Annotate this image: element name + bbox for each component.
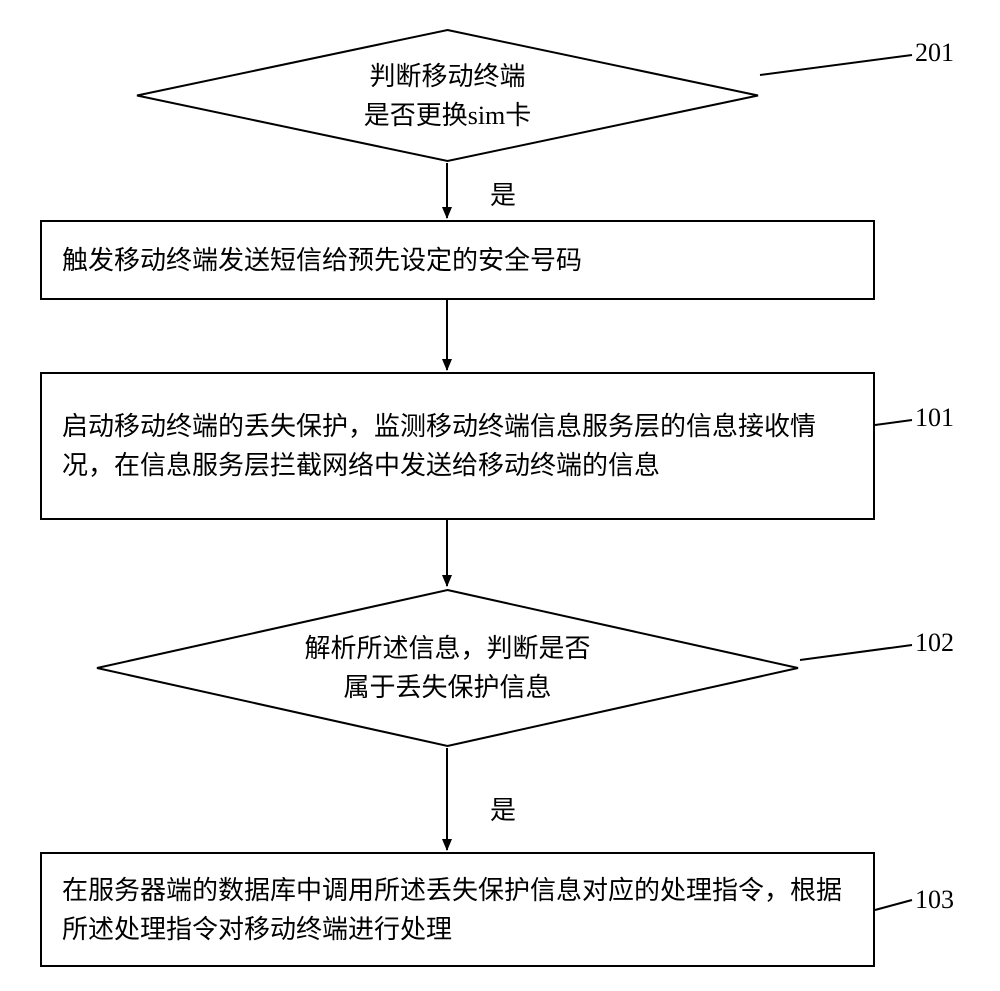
decision1-line1: 判断移动终端 — [369, 62, 525, 91]
flowchart-canvas: 判断移动终端 是否更换sim卡 是 触发移动终端发送短信给预先设定的安全号码 启… — [0, 0, 1000, 991]
process-invoke-instruction-text: 在服务器端的数据库中调用所述丢失保护信息对应的处理指令，根据所述处理指令对移动终… — [62, 871, 853, 949]
decision-sim-change-text: 判断移动终端 是否更换sim卡 — [135, 28, 760, 163]
decision2-line1: 解析所述信息，判断是否 — [304, 634, 590, 663]
process-monitor-text: 启动移动终端的丢失保护，监测移动终端信息服务层的信息接收情况，在信息服务层拦截网… — [62, 407, 853, 485]
process-send-sms: 触发移动终端发送短信给预先设定的安全号码 — [40, 220, 875, 300]
process-invoke-instruction: 在服务器端的数据库中调用所述丢失保护信息对应的处理指令，根据所述处理指令对移动终… — [40, 852, 875, 967]
decision1-line2: 是否更换sim卡 — [364, 101, 532, 130]
edge-label-yes-2: 是 — [490, 790, 516, 827]
reference-label-201: 201 — [915, 38, 954, 68]
decision-sim-change: 判断移动终端 是否更换sim卡 — [135, 28, 760, 163]
decision-loss-info-text: 解析所述信息，判断是否 属于丢失保护信息 — [95, 588, 800, 748]
decision-loss-info: 解析所述信息，判断是否 属于丢失保护信息 — [95, 588, 800, 748]
reference-label-102: 102 — [915, 628, 954, 658]
process-send-sms-text: 触发移动终端发送短信给预先设定的安全号码 — [62, 241, 582, 280]
reference-label-101: 101 — [915, 403, 954, 433]
decision2-line2: 属于丢失保护信息 — [343, 673, 551, 702]
reference-label-103: 103 — [915, 885, 954, 915]
edge-label-yes-1: 是 — [490, 175, 516, 212]
process-monitor: 启动移动终端的丢失保护，监测移动终端信息服务层的信息接收情况，在信息服务层拦截网… — [40, 372, 875, 520]
